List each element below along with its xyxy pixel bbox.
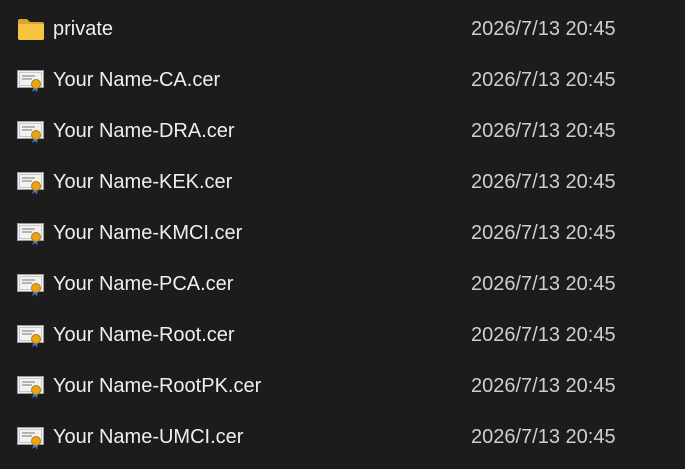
file-name: private bbox=[53, 18, 114, 40]
list-item-file[interactable]: Your Name-Root.cer 2026/7/13 20:45 bbox=[0, 310, 685, 361]
file-name: Your Name-DRA.cer bbox=[53, 120, 235, 142]
certificate-icon bbox=[17, 70, 44, 93]
certificate-icon bbox=[17, 223, 44, 246]
list-item-folder-private[interactable]: private 2026/7/13 20:45 bbox=[0, 4, 685, 55]
certificate-icon bbox=[17, 172, 44, 195]
certificate-icon bbox=[17, 427, 44, 450]
file-name: Your Name-Root.cer bbox=[53, 324, 235, 346]
file-name: Your Name-RootPK.cer bbox=[53, 375, 262, 397]
list-item-file[interactable]: Your Name-CA.cer 2026/7/13 20:45 bbox=[0, 55, 685, 106]
file-name: Your Name-PCA.cer bbox=[53, 273, 234, 295]
file-name: Your Name-CA.cer bbox=[53, 69, 221, 91]
file-date: 2026/7/13 20:45 bbox=[471, 426, 616, 448]
file-date: 2026/7/13 20:45 bbox=[471, 120, 616, 142]
folder-icon bbox=[18, 19, 44, 40]
file-name: Your Name-UMCI.cer bbox=[53, 426, 244, 448]
file-date: 2026/7/13 20:45 bbox=[471, 375, 616, 397]
file-date: 2026/7/13 20:45 bbox=[471, 273, 616, 295]
certificate-icon bbox=[17, 325, 44, 348]
file-date: 2026/7/13 20:45 bbox=[471, 222, 616, 244]
file-date: 2026/7/13 20:45 bbox=[471, 18, 616, 40]
file-name: Your Name-KMCI.cer bbox=[53, 222, 243, 244]
file-name: Your Name-KEK.cer bbox=[53, 171, 233, 193]
list-item-file[interactable]: Your Name-PCA.cer 2026/7/13 20:45 bbox=[0, 259, 685, 310]
certificate-icon bbox=[17, 121, 44, 144]
certificate-icon bbox=[17, 376, 44, 399]
file-date: 2026/7/13 20:45 bbox=[471, 171, 616, 193]
file-date: 2026/7/13 20:45 bbox=[471, 69, 616, 91]
list-item-file[interactable]: Your Name-KMCI.cer 2026/7/13 20:45 bbox=[0, 208, 685, 259]
file-date: 2026/7/13 20:45 bbox=[471, 324, 616, 346]
list-item-file[interactable]: Your Name-DRA.cer 2026/7/13 20:45 bbox=[0, 106, 685, 157]
certificate-icon bbox=[17, 274, 44, 297]
list-item-file[interactable]: Your Name-KEK.cer 2026/7/13 20:45 bbox=[0, 157, 685, 208]
file-list: private 2026/7/13 20:45 Your Name-CA.cer… bbox=[0, 4, 685, 463]
list-item-file[interactable]: Your Name-UMCI.cer 2026/7/13 20:45 bbox=[0, 412, 685, 463]
list-item-file[interactable]: Your Name-RootPK.cer 2026/7/13 20:45 bbox=[0, 361, 685, 412]
